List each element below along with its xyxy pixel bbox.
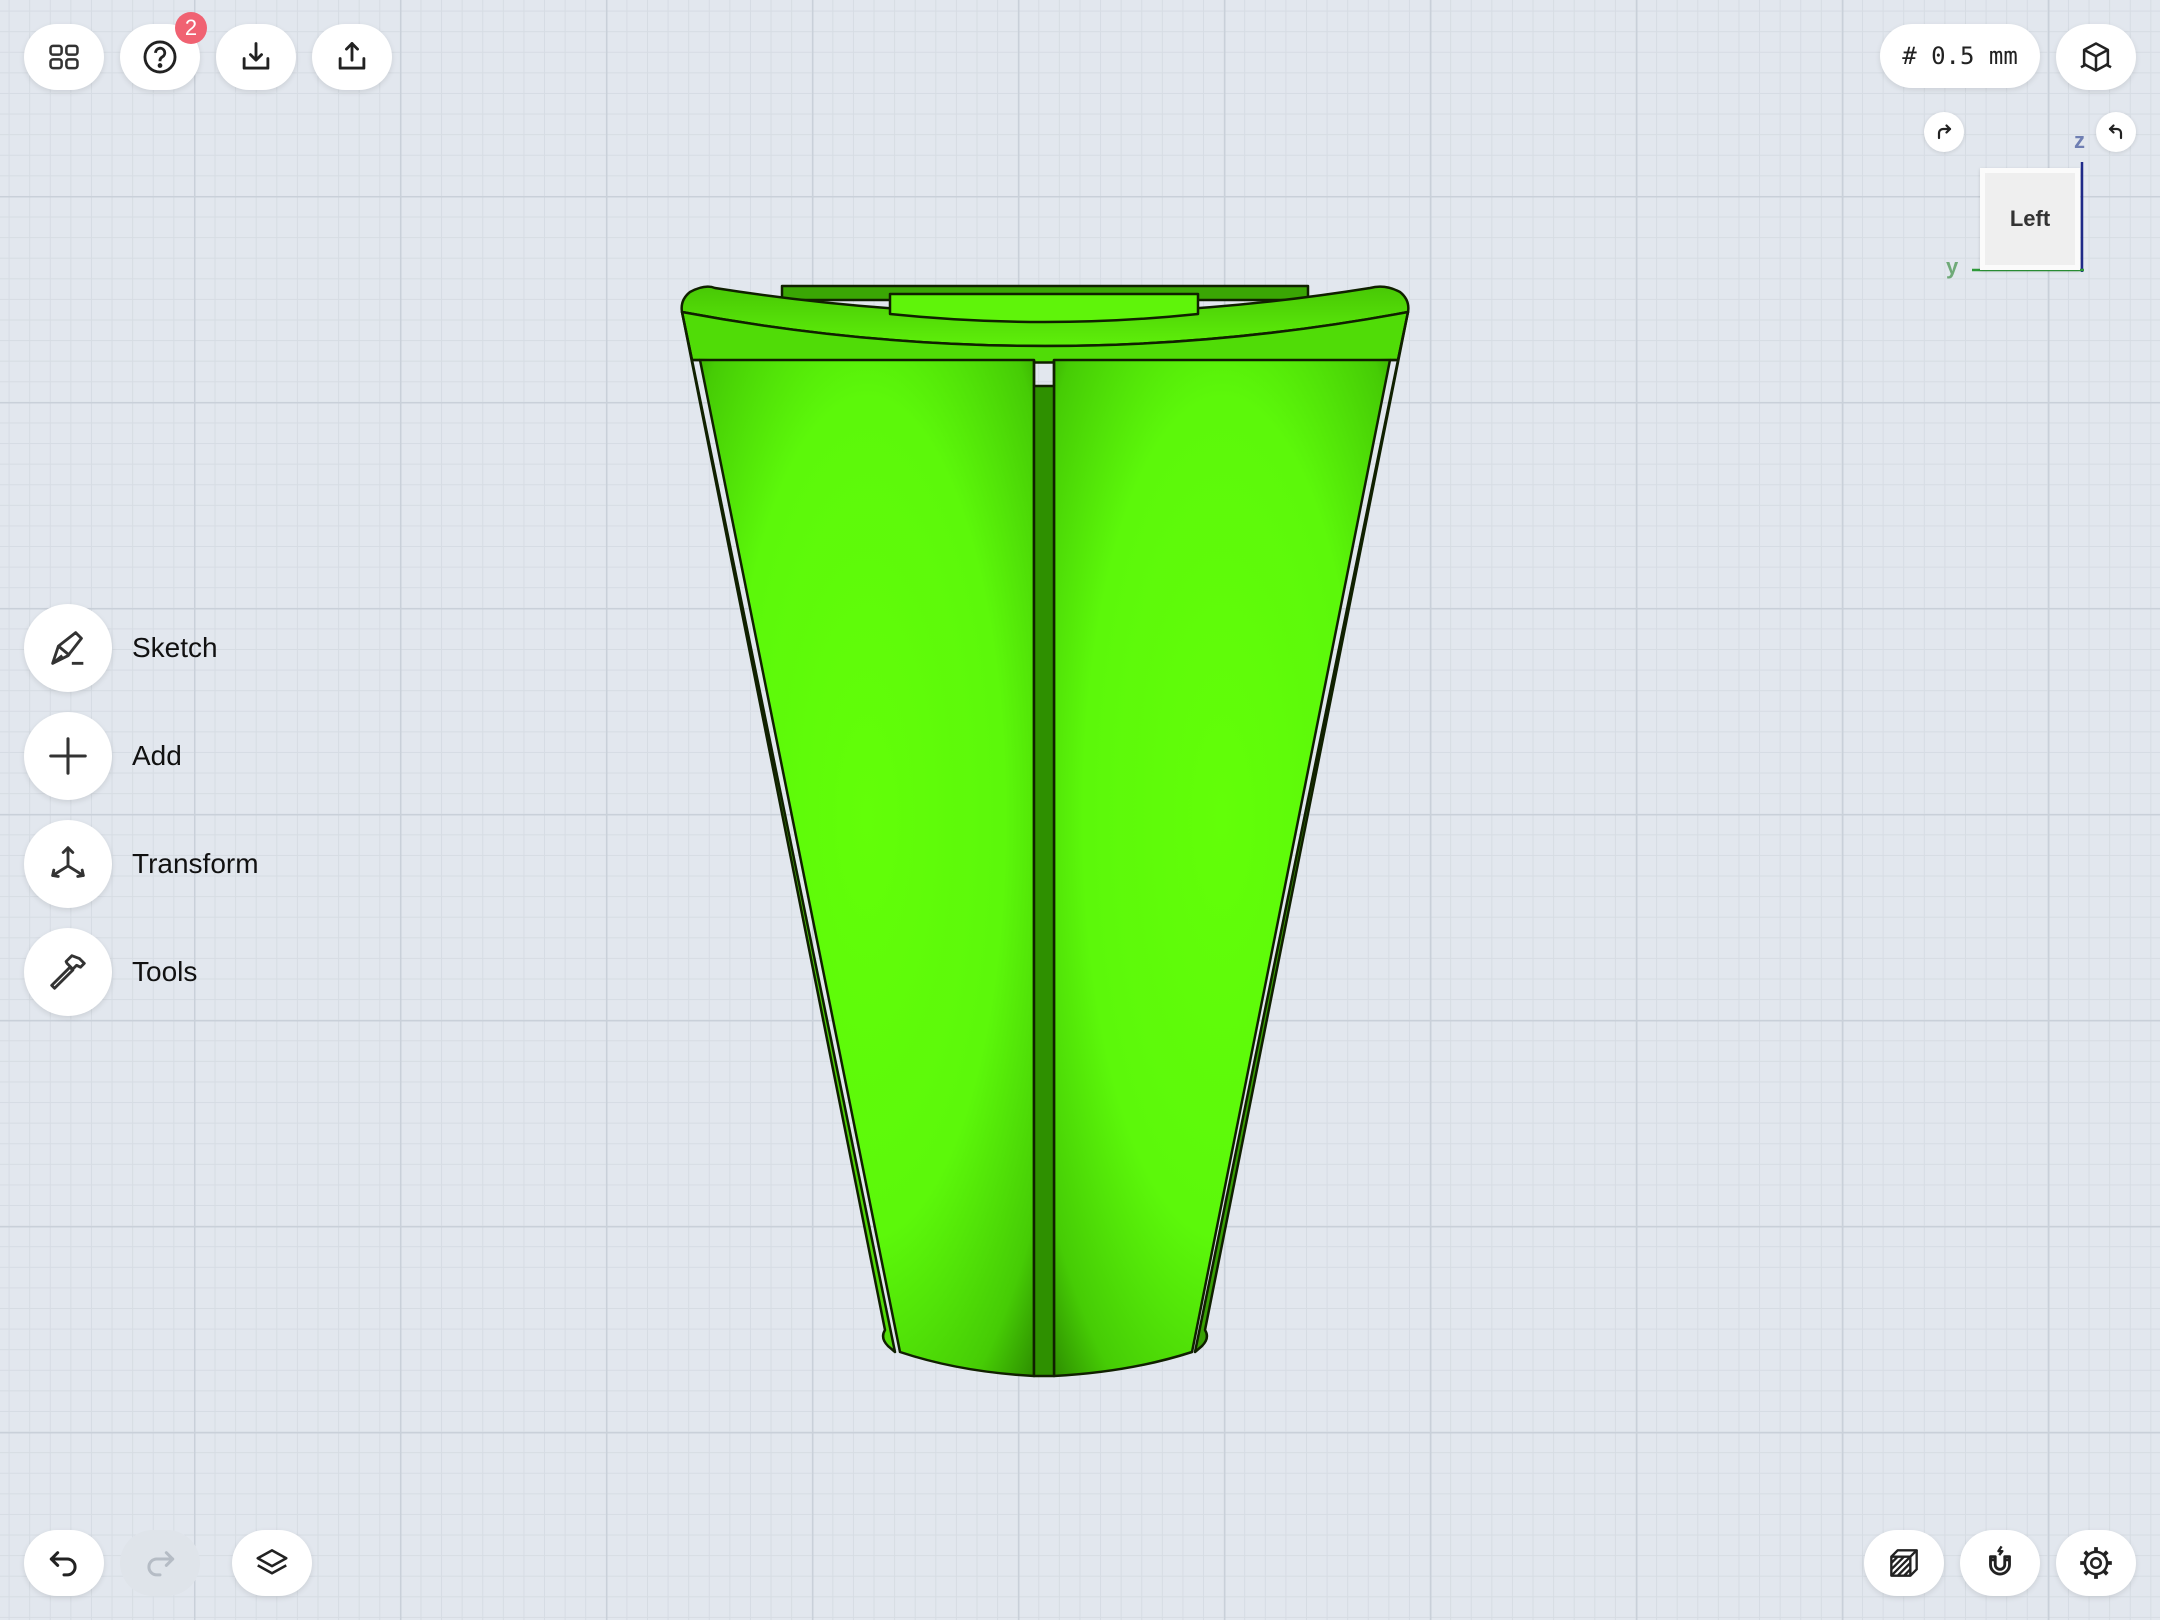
display-mode-button[interactable]	[1864, 1530, 1944, 1596]
green-part[interactable]	[680, 284, 1410, 1378]
layers-icon	[256, 1549, 288, 1575]
undo-icon	[49, 1551, 77, 1577]
shaded-box-icon	[1890, 1549, 1918, 1577]
settings-button[interactable]	[2056, 1530, 2136, 1596]
redo-icon	[147, 1551, 175, 1577]
snap-button[interactable]	[1960, 1530, 2040, 1596]
magnet-icon	[1989, 1545, 2011, 1576]
redo-button[interactable]	[120, 1530, 200, 1596]
undo-button[interactable]	[24, 1530, 104, 1596]
model-viewport[interactable]	[0, 0, 2160, 1620]
layers-button[interactable]	[232, 1530, 312, 1596]
gear-icon	[2080, 1547, 2112, 1579]
